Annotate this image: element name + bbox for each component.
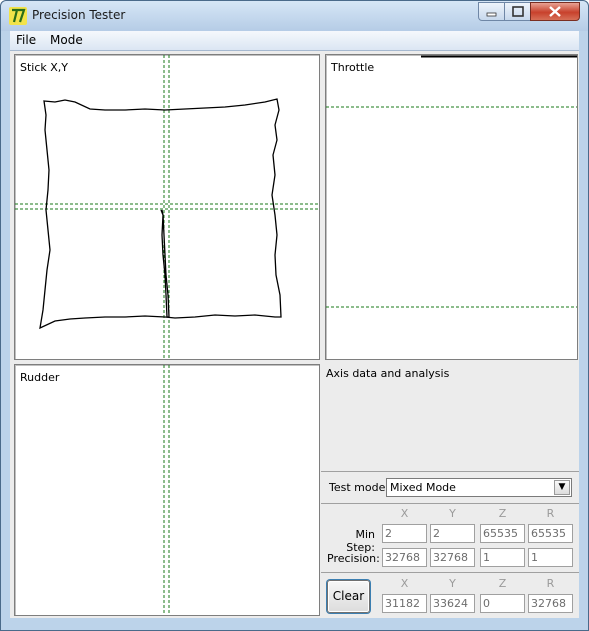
- min-step-r-field: 65535: [528, 524, 573, 543]
- menu-bar: File Mode: [10, 31, 579, 51]
- col-head-z: Z: [498, 507, 507, 520]
- current-z-field: 0: [480, 594, 525, 613]
- minimize-icon: [486, 12, 497, 17]
- col-head-x: X: [400, 507, 409, 520]
- stick-xy-pane: Stick X,Y: [14, 54, 320, 360]
- min-step-y-field: 2: [430, 524, 475, 543]
- minimize-button[interactable]: [478, 2, 505, 21]
- current-head-z: Z: [498, 577, 507, 590]
- app-window: Precision Tester File Mode Stick X,Y Thr…: [0, 0, 589, 631]
- title-bar[interactable]: Precision Tester: [1, 1, 588, 31]
- close-button[interactable]: [530, 2, 580, 21]
- min-step-x-field: 2: [382, 524, 427, 543]
- precision-label: Precision:: [327, 552, 380, 565]
- clear-button[interactable]: Clear: [327, 580, 370, 613]
- rudder-plot: [163, 365, 170, 615]
- precision-x-field: 32768: [382, 548, 427, 567]
- analysis-heading: Axis data and analysis: [326, 367, 450, 380]
- maximize-icon: [512, 6, 524, 17]
- throttle-plot: [326, 55, 577, 308]
- separator-3: [321, 572, 579, 573]
- maximize-button[interactable]: [504, 2, 531, 21]
- min-step-label: Min Step:: [346, 528, 375, 554]
- col-head-y: Y: [449, 507, 456, 520]
- chevron-down-icon[interactable]: ▼: [554, 480, 570, 495]
- separator-2: [321, 503, 579, 504]
- min-step-z-field: 65535: [480, 524, 525, 543]
- current-head-y: Y: [449, 577, 456, 590]
- current-y-field: 33624: [430, 594, 475, 613]
- precision-y-field: 32768: [430, 548, 475, 567]
- test-mode-select[interactable]: Mixed Mode ▼: [386, 478, 572, 497]
- col-head-r: R: [546, 507, 555, 520]
- close-icon: [549, 6, 561, 17]
- menu-file[interactable]: File: [16, 33, 36, 47]
- window-title: Precision Tester: [32, 8, 126, 22]
- rudder-pane: Rudder: [14, 364, 320, 616]
- current-x-field: 31182: [382, 594, 427, 613]
- separator-1: [321, 471, 579, 472]
- menu-mode[interactable]: Mode: [50, 33, 83, 47]
- test-mode-value: Mixed Mode: [390, 481, 456, 494]
- test-mode-label: Test mode:: [329, 481, 390, 494]
- stick-trace: [39, 98, 282, 330]
- stick-xy-plot: [15, 55, 319, 359]
- current-r-field: 32768: [528, 594, 573, 613]
- current-head-x: X: [400, 577, 409, 590]
- precision-r-field: 1: [528, 548, 573, 567]
- app-logo-icon: [9, 7, 27, 25]
- client-area: Stick X,Y Throttle Rudder Axis data and …: [10, 51, 579, 618]
- throttle-pane: Throttle: [325, 54, 578, 360]
- current-head-r: R: [546, 577, 555, 590]
- precision-z-field: 1: [480, 548, 525, 567]
